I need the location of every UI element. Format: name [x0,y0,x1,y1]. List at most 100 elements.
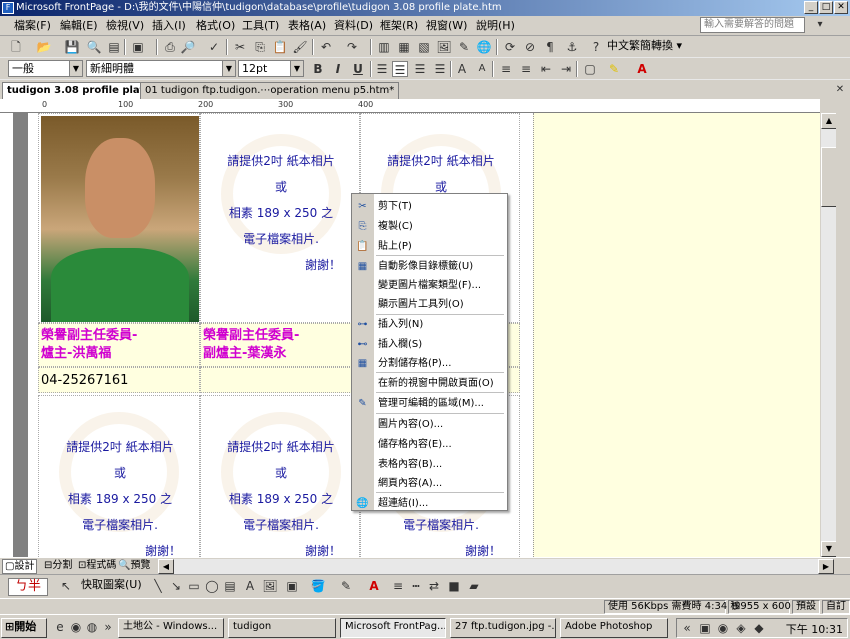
name-cell[interactable]: 榮譽副主任委員- 爐主-洪萬福 [38,323,200,367]
autoshapes-menu[interactable]: 快取圖案(U) ▾ [78,577,142,594]
mode-default[interactable]: 預設 [792,600,820,614]
bold-button[interactable]: B [310,61,326,77]
context-menu-item[interactable]: ✂ 剪下(T) [352,197,507,216]
arrow-style-icon[interactable]: ⇄ [426,578,442,594]
close-tab-icon[interactable]: ✕ [832,82,848,98]
decrease-font-icon[interactable]: A [474,61,490,77]
menu-table[interactable]: 表格(A) [286,18,328,34]
photo-placeholder-cell[interactable]: 請提供2吋 紙本相片 或 相素 189 x 250 之 電子檔案相片. 謝謝！ [200,113,360,323]
menu-file[interactable]: 檔案(F) [12,18,53,34]
menu-insert[interactable]: 插入(I) [150,18,188,34]
stop-icon[interactable]: ⊘ [522,39,538,55]
new-page-icon[interactable]: 🗋 [8,39,24,55]
dash-style-icon[interactable]: ┅ [408,578,424,594]
start-button[interactable]: ⊞開始 [1,618,47,638]
context-menu-item[interactable]: ▦ 自動影像目錄標籤(U) [352,257,507,276]
code-view-button[interactable]: ⊡程式碼 [76,559,118,574]
undo-icon[interactable]: ↶ [318,39,334,55]
context-menu-item[interactable]: 儲存格內容(E)... [352,435,507,454]
photo-placeholder-cell[interactable]: 請提供2吋 紙本相片 或 相素 189 x 250 之 電子檔案相片. 謝謝！ [38,395,200,557]
align-center-icon[interactable]: ☰ [392,61,408,77]
clipart-icon[interactable]: ▣ [284,578,300,594]
context-menu[interactable]: ✂ 剪下(T) ⎘ 複製(C) 📋 貼上(P) ▦ 自動影像目錄標籤(U) 變更圖片檔案類型(F… [351,193,508,511]
split-view-button[interactable]: ⊟分割 [42,559,74,574]
maximize-button[interactable]: □ [819,1,833,14]
save-icon[interactable]: 💾 [64,39,80,55]
photo-placeholder-cell[interactable]: 請提供2吋 紙本相片 或 相素 189 x 250 之 電子檔案相片. 謝謝！ [200,395,360,557]
task-frontpage[interactable]: Microsoft FrontPag... [340,618,446,638]
help-icon[interactable]: ? [588,39,604,55]
hyperlink-icon[interactable]: 🌐 [476,39,492,55]
insert-layer-icon[interactable]: ▧ [416,39,432,55]
style-select[interactable]: 一般 ▼ [8,60,83,77]
web-component-icon[interactable]: ▤ [106,39,122,55]
insert-picture-icon[interactable]: 🖼 [436,39,452,55]
tray-security-icon[interactable]: ◈ [733,620,749,636]
context-menu-item[interactable]: 📋 貼上(P) [352,237,507,256]
borders-icon[interactable]: ▢ [582,61,598,77]
anchor-icon[interactable]: ⚓ [564,39,580,55]
refresh-icon[interactable]: ⟳ [502,39,518,55]
minimize-button[interactable]: _ [804,1,818,14]
menu-tools[interactable]: 工具(T) [240,18,281,34]
context-menu-item[interactable]: 顯示圖片工具列(O) [352,295,507,314]
help-dropdown-icon[interactable]: ▾ [812,17,828,33]
decrease-indent-icon[interactable]: ⇤ [538,61,554,77]
quicklaunch-chrome-icon[interactable]: ◉ [68,619,84,635]
numbering-icon[interactable]: ≡ [498,61,514,77]
menu-format[interactable]: 格式(O) [194,18,237,34]
help-search-input[interactable]: 輸入需要解答的問題 [700,17,805,33]
phone-cell[interactable]: 04-25267161 [38,367,200,393]
chinese-conversion-button[interactable]: 中文繁簡轉換 ▾ [604,38,684,55]
italic-button[interactable]: I [330,61,346,77]
context-menu-item[interactable]: ⎘ 複製(C) [352,217,507,236]
bullets-icon[interactable]: ≡ [518,61,534,77]
rectangle-icon[interactable]: ▭ [186,578,202,594]
menu-view[interactable]: 檢視(V) [104,18,146,34]
task-photoshop[interactable]: Adobe Photoshop [560,618,668,638]
align-left-icon[interactable]: ☰ [374,61,390,77]
context-menu-item[interactable]: ▦ 分割儲存格(P)... [352,354,507,373]
horizontal-scrollbar[interactable]: ◀ ▶ [158,559,834,574]
scroll-down-button[interactable]: ▼ [821,541,837,557]
insert-component-icon[interactable]: ▥ [376,39,392,55]
redo-icon[interactable]: ↷ [344,39,360,55]
name-cell[interactable]: 榮譽副主任委員- 副爐主-葉漢永 [200,323,360,367]
preview-view-button[interactable]: 🔍預覽 [116,559,152,574]
arrow-icon[interactable]: ↘ [168,578,184,594]
open-icon[interactable]: 📂 [36,39,52,55]
scroll-thumb[interactable] [821,147,837,207]
line-icon[interactable]: ╲ [150,578,166,594]
context-menu-item[interactable]: 在新的視窗中開啟頁面(O) [352,374,507,393]
print-icon[interactable]: ⎙ [162,39,178,55]
close-button[interactable]: ✕ [834,1,848,14]
context-menu-item[interactable]: 表格內容(B)... [352,455,507,474]
picture-icon[interactable]: 🖼 [262,578,278,594]
task-jpg-viewer[interactable]: 27 ftp.tudigon.jpg -... [450,618,556,638]
context-menu-item[interactable]: ⊶ 插入列(N) [352,315,507,334]
task-windows-explorer[interactable]: 土地公 - Windows... [118,618,224,638]
copy-icon[interactable]: ⎘ [252,39,268,55]
vertical-scrollbar[interactable]: ▲ ▼ [820,113,837,557]
context-menu-item[interactable]: ⊷ 插入欄(S) [352,335,507,354]
align-right-icon[interactable]: ☰ [412,61,428,77]
phone-cell[interactable] [200,367,360,393]
tab-operation-menu[interactable]: 01 tudigon ftp.tudigon.⋯operation menu p… [140,82,400,99]
scroll-up-button[interactable]: ▲ [821,113,837,129]
scroll-left-button[interactable]: ◀ [158,559,174,574]
paste-icon[interactable]: 📋 [272,39,288,55]
insert-table-icon[interactable]: ▦ [396,39,412,55]
font-color-icon[interactable]: A [366,578,382,594]
text-box-icon[interactable]: ▤ [222,578,238,594]
font-color-icon[interactable]: A [634,61,650,77]
context-menu-item[interactable]: 網頁內容(A)... [352,474,507,493]
page-size[interactable]: ⊞955 x 600 [728,600,791,614]
line-style-icon[interactable]: ≡ [390,578,406,594]
photo-cell[interactable] [38,113,200,323]
increase-indent-icon[interactable]: ⇥ [558,61,574,77]
context-menu-item[interactable]: 變更圖片檔案類型(F)... [352,276,507,295]
tray-app-icon[interactable]: ◆ [751,620,767,636]
increase-font-icon[interactable]: A [454,61,470,77]
quicklaunch-firefox-icon[interactable]: ◍ [84,619,100,635]
oval-icon[interactable]: ◯ [204,578,220,594]
